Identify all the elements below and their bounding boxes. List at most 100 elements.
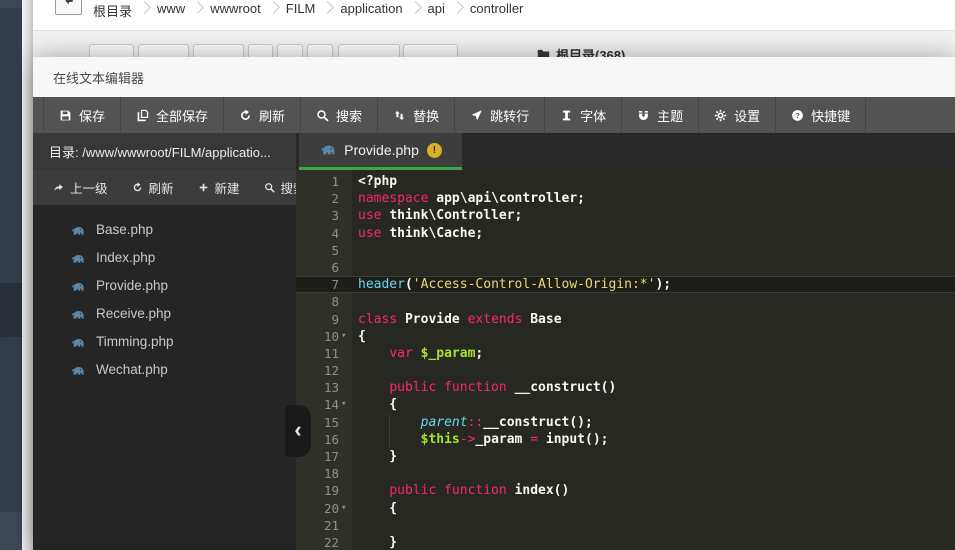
file-panel-button-new-file[interactable]: 新建 <box>198 178 240 197</box>
back-button[interactable] <box>55 0 82 15</box>
line-number[interactable]: 10▾ <box>296 328 352 345</box>
toolbar-button-save-all[interactable]: 全部保存 <box>121 97 224 133</box>
code-line-16[interactable]: 16 $this->_param = input(); <box>296 431 955 448</box>
code-line-8[interactable]: 8 <box>296 293 955 310</box>
code-line-9[interactable]: 9class Provide extends Base <box>296 311 955 328</box>
code-editor[interactable]: 1<?php2namespace app\api\controller;3use… <box>296 170 955 550</box>
line-number[interactable]: 4 <box>296 225 352 242</box>
code-line-15[interactable]: 15 parent::__construct(); <box>296 414 955 431</box>
code-line-4[interactable]: 4use think\Cache; <box>296 225 955 242</box>
breadcrumb-item-api[interactable]: api <box>426 0 447 16</box>
toolbar-button-search[interactable]: 搜索 <box>301 97 378 133</box>
toolbar-button-settings[interactable]: 设置 <box>699 97 776 133</box>
breadcrumb-item-www[interactable]: www <box>155 0 187 16</box>
code-text: class Provide extends Base <box>352 311 955 328</box>
code-line-11[interactable]: 11 var $_param; <box>296 345 955 362</box>
line-number[interactable]: 2 <box>296 190 352 207</box>
toolbar-button-theme[interactable]: 主题 <box>622 97 699 133</box>
fold-spacer <box>339 311 352 328</box>
breadcrumb-item-controller[interactable]: controller <box>468 0 525 16</box>
file-item-label: Timming.php <box>96 334 174 349</box>
code-text: public function __construct() <box>352 379 955 396</box>
file-item-label: Index.php <box>96 250 155 265</box>
file-panel-button-refresh[interactable]: 刷新 <box>132 178 174 197</box>
code-line-5[interactable]: 5 <box>296 242 955 259</box>
fold-spacer <box>339 448 352 465</box>
code-line-12[interactable]: 12 <box>296 362 955 379</box>
line-number-text: 6 <box>331 259 339 276</box>
breadcrumb-item-application[interactable]: application <box>338 0 404 16</box>
file-panel-button-label: 新建 <box>215 178 240 197</box>
fold-arrow-icon[interactable]: ▾ <box>339 396 352 413</box>
line-number[interactable]: 9 <box>296 311 352 328</box>
line-number[interactable]: 22 <box>296 534 352 550</box>
code-line-21[interactable]: 21 <box>296 517 955 534</box>
code-line-6[interactable]: 6 <box>296 259 955 276</box>
editor-toolbar: 保存全部保存刷新 搜索替换跳转行字体 主题 设置 ?快捷键 <box>33 97 955 133</box>
breadcrumb-item-wwwroot[interactable]: wwwroot <box>208 0 263 16</box>
file-item-label: Provide.php <box>96 278 168 293</box>
file-panel-button-up-level[interactable]: 上一级 <box>53 178 108 197</box>
line-number[interactable]: 12 <box>296 362 352 379</box>
file-item-label: Receive.php <box>96 306 171 321</box>
file-item-Base.php[interactable]: Base.php <box>33 215 296 243</box>
code-line-20[interactable]: 20▾ { <box>296 500 955 517</box>
file-item-Wechat.php[interactable]: Wechat.php <box>33 355 296 383</box>
file-item-Receive.php[interactable]: Receive.php <box>33 299 296 327</box>
toolbar-button-label: 搜索 <box>336 106 362 125</box>
php-file-icon <box>70 250 85 265</box>
line-number[interactable]: 21 <box>296 517 352 534</box>
breadcrumb-item-根目录[interactable]: 根目录 <box>91 0 134 20</box>
line-number[interactable]: 20▾ <box>296 500 352 517</box>
toolbar-button-refresh[interactable]: 刷新 <box>224 97 301 133</box>
code-text: $this->_param = input(); <box>352 431 955 448</box>
code-line-17[interactable]: 17 } <box>296 448 955 465</box>
line-number[interactable]: 5 <box>296 242 352 259</box>
breadcrumb-separator-icon <box>451 1 464 14</box>
toolbar-button-font[interactable]: 字体 <box>545 97 622 133</box>
file-item-Index.php[interactable]: Index.php <box>33 243 296 271</box>
line-number[interactable]: 1 <box>296 173 352 190</box>
php-file-icon <box>70 362 85 377</box>
line-number[interactable]: 13 <box>296 379 352 396</box>
code-text: { <box>352 500 955 517</box>
line-number[interactable]: 18 <box>296 465 352 482</box>
fold-arrow-icon[interactable]: ▾ <box>339 500 352 517</box>
fold-spacer <box>339 465 352 482</box>
file-item-Provide.php[interactable]: Provide.php <box>33 271 296 299</box>
toolbar-button-hotkeys[interactable]: ?快捷键 <box>776 97 866 133</box>
toolbar-button-save[interactable]: 保存 <box>44 97 121 133</box>
code-line-19[interactable]: 19 public function index() <box>296 482 955 499</box>
line-number-text: 12 <box>324 362 339 379</box>
collapse-panel-button[interactable]: ‹ <box>285 405 311 457</box>
breadcrumb-separator-icon <box>322 1 335 14</box>
code-line-18[interactable]: 18 <box>296 465 955 482</box>
line-number[interactable]: 8 <box>296 293 352 310</box>
tab-provide-php[interactable]: Provide.php ! <box>299 133 462 170</box>
code-text: { <box>352 328 955 345</box>
line-number[interactable]: 11 <box>296 345 352 362</box>
line-number[interactable]: 6 <box>296 259 352 276</box>
line-number-text: 10 <box>324 328 339 345</box>
code-line-3[interactable]: 3use think\Controller; <box>296 207 955 224</box>
line-number-text: 11 <box>324 345 339 362</box>
code-text: public function index() <box>352 482 955 499</box>
toolbar-button-goto-line[interactable]: 跳转行 <box>455 97 545 133</box>
code-line-7[interactable]: 7header('Access-Control-Allow-Origin:*')… <box>296 276 955 293</box>
code-line-2[interactable]: 2namespace app\api\controller; <box>296 190 955 207</box>
code-line-14[interactable]: 14▾ { <box>296 396 955 413</box>
code-line-13[interactable]: 13 public function __construct() <box>296 379 955 396</box>
line-number[interactable]: 3 <box>296 207 352 224</box>
breadcrumb-item-FILM[interactable]: FILM <box>284 0 318 16</box>
fold-spacer <box>339 293 352 310</box>
code-line-10[interactable]: 10▾{ <box>296 328 955 345</box>
file-item-Timming.php[interactable]: Timming.php <box>33 327 296 355</box>
toolbar-button-label: 主题 <box>657 106 683 125</box>
fold-arrow-icon[interactable]: ▾ <box>339 328 352 345</box>
line-number[interactable]: 7 <box>296 276 352 293</box>
toolbar-button-label: 设置 <box>734 106 760 125</box>
toolbar-button-replace[interactable]: 替换 <box>378 97 455 133</box>
code-line-22[interactable]: 22 } <box>296 534 955 550</box>
line-number[interactable]: 19 <box>296 482 352 499</box>
code-line-1[interactable]: 1<?php <box>296 173 955 190</box>
